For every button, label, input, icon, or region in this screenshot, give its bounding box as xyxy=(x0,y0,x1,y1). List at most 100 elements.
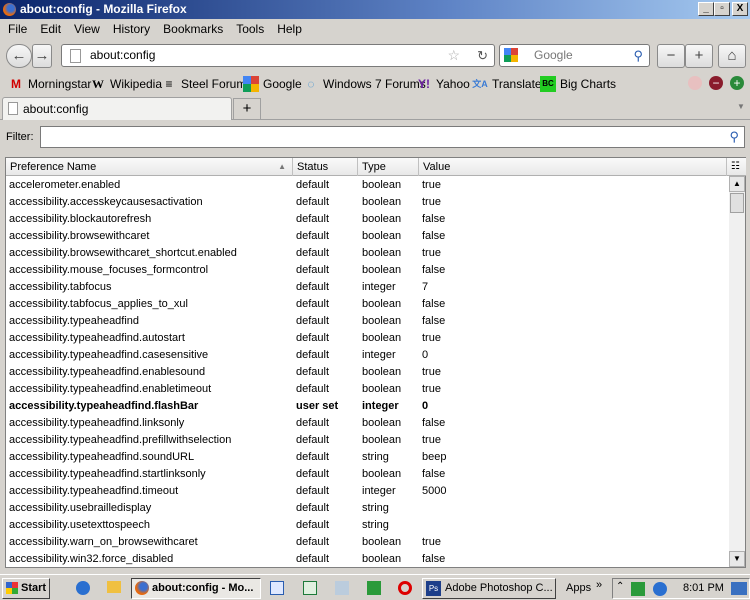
taskbar-photoshop[interactable]: Ps Adobe Photoshop C... xyxy=(422,578,556,599)
table-row[interactable]: accelerometer.enabled default boolean true xyxy=(6,177,728,194)
bookmark-big-charts[interactable]: BC Big Charts xyxy=(540,72,616,96)
menu-edit[interactable]: Edit xyxy=(35,19,66,39)
addon-icon[interactable] xyxy=(688,76,702,90)
table-row[interactable]: accessibility.tabfocus_applies_to_xul def… xyxy=(6,296,728,313)
bookmark-translate[interactable]: 文A Translate xyxy=(472,72,541,96)
table-row[interactable]: accessibility.win32.force_disabled defaul… xyxy=(6,551,728,568)
pref-type: boolean xyxy=(362,536,402,548)
start-button[interactable]: Start xyxy=(2,578,50,599)
pref-name: accessibility.typeaheadfind.enablesound xyxy=(9,366,206,378)
table-row[interactable]: accessibility.browsewithcaret default bool… xyxy=(6,228,728,245)
forward-button[interactable]: → xyxy=(32,44,52,68)
tab-list-icon[interactable]: ▼ xyxy=(737,102,745,111)
new-tab-button[interactable]: + xyxy=(233,98,261,120)
word-icon[interactable] xyxy=(270,581,284,595)
menu-tools[interactable]: Tools xyxy=(231,19,269,39)
arrow-app-icon[interactable] xyxy=(367,581,381,595)
bookmark-morningstar[interactable]: M Morningstar xyxy=(8,72,91,96)
column-type[interactable]: Type xyxy=(358,158,419,176)
table-row[interactable]: accessibility.typeaheadfind.autostart def… xyxy=(6,330,728,347)
column-value[interactable]: Value xyxy=(419,158,727,176)
network-icon[interactable] xyxy=(335,581,349,595)
bookmark-star-icon[interactable]: ☆ xyxy=(447,45,460,66)
search-box[interactable]: Google ⚲ xyxy=(499,44,650,67)
ie-icon[interactable] xyxy=(76,581,90,595)
bookmark-wikipedia[interactable]: W Wikipedia xyxy=(90,72,162,96)
pref-type: boolean xyxy=(362,468,402,480)
tray-app-icon[interactable] xyxy=(631,582,645,596)
table-row[interactable]: accessibility.typeaheadfind.casesensitiv… xyxy=(6,347,728,364)
folder-icon[interactable] xyxy=(107,581,121,593)
column-status[interactable]: Status xyxy=(293,158,358,176)
table-row[interactable]: accessibility.typeaheadfind.startlinkson… xyxy=(6,466,728,483)
bookmark-windows7-forums[interactable]: ◌ Windows 7 Forums xyxy=(303,72,425,96)
zoom-out-button[interactable]: − xyxy=(657,44,685,68)
menu-help[interactable]: Help xyxy=(272,19,307,39)
url-bar[interactable]: about:config ☆ ↻ xyxy=(61,44,495,67)
table-row[interactable]: accessibility.typeaheadfind.flashBar user… xyxy=(6,398,728,415)
tray-network-icon[interactable] xyxy=(653,582,667,596)
home-button[interactable]: ⌂ xyxy=(718,44,746,68)
pref-type: string xyxy=(362,502,389,514)
filter-input[interactable]: ⚲ xyxy=(40,126,745,148)
zoom-minus-icon[interactable]: − xyxy=(709,76,723,90)
pref-type: boolean xyxy=(362,247,402,259)
table-row[interactable]: accessibility.warn_on_browsewithcaret def… xyxy=(6,534,728,551)
table-row[interactable]: accessibility.usebrailledisplay default st… xyxy=(6,500,728,517)
pref-status: default xyxy=(296,196,330,208)
table-row[interactable]: accessibility.accesskeycausesactivation d… xyxy=(6,194,728,211)
table-row[interactable]: accessibility.typeaheadfind default boolea… xyxy=(6,313,728,330)
table-row[interactable]: accessibility.tabfocus default integer 7 xyxy=(6,279,728,296)
table-row[interactable]: accessibility.typeaheadfind.enabletimeou… xyxy=(6,381,728,398)
pref-type: boolean xyxy=(362,264,402,276)
scrollbar-thumb[interactable] xyxy=(730,193,744,213)
pref-name: accessibility.browsewithcaret_shortcut.e… xyxy=(9,247,237,259)
close-button[interactable]: X xyxy=(732,2,748,16)
scroll-up-icon[interactable]: ▲ xyxy=(729,176,745,192)
tray-expand-icon[interactable]: ⌃ xyxy=(616,581,624,592)
apps-toolbar[interactable]: Apps xyxy=(566,582,591,594)
table-row[interactable]: accessibility.typeaheadfind.enablesound d… xyxy=(6,364,728,381)
pref-type: boolean xyxy=(362,332,402,344)
vertical-scrollbar[interactable]: ▲ ▼ xyxy=(729,176,745,567)
column-preference-name[interactable]: Preference Name ▲ xyxy=(6,158,293,176)
morningstar-icon: M xyxy=(11,77,21,91)
apps-chevron[interactable]: » xyxy=(596,579,602,591)
bookmark-yahoo[interactable]: Y! Yahoo xyxy=(416,72,470,96)
windows7-icon: ◌ xyxy=(307,77,315,91)
table-row[interactable]: accessibility.typeaheadfind.soundURL defa… xyxy=(6,449,728,466)
excel-icon[interactable] xyxy=(303,581,317,595)
menu-bookmarks[interactable]: Bookmarks xyxy=(158,19,228,39)
zoom-plus-icon[interactable]: + xyxy=(730,76,744,90)
maximize-button[interactable]: ▫ xyxy=(714,2,730,16)
taskbar-firefox[interactable]: about:config - Mo... xyxy=(131,578,261,599)
tab-about-config[interactable]: about:config xyxy=(2,97,232,120)
reload-icon[interactable]: ↻ xyxy=(477,45,488,66)
table-row[interactable]: accessibility.typeaheadfind.timeout defau… xyxy=(6,483,728,500)
table-row[interactable]: accessibility.browsewithcaret_shortcut.e… xyxy=(6,245,728,262)
menu-file[interactable]: File xyxy=(3,19,32,39)
table-row[interactable]: accessibility.typeaheadfind.prefillwiths… xyxy=(6,432,728,449)
menu-view[interactable]: View xyxy=(69,19,105,39)
scroll-down-icon[interactable]: ▼ xyxy=(729,551,745,567)
pref-type: boolean xyxy=(362,383,402,395)
table-row[interactable]: accessibility.mouse_focuses_formcontrol d… xyxy=(6,262,728,279)
show-desktop-icon[interactable] xyxy=(731,582,747,595)
bookmark-google[interactable]: Google xyxy=(243,72,302,96)
column-picker-icon[interactable]: ☷ xyxy=(727,158,746,176)
back-button[interactable]: ← xyxy=(6,44,32,68)
clock[interactable]: 8:01 PM xyxy=(683,582,724,594)
pref-type: string xyxy=(362,519,389,531)
zoom-in-button[interactable]: + xyxy=(685,44,713,68)
search-icon[interactable]: ⚲ xyxy=(633,45,643,66)
table-row[interactable]: accessibility.usetexttospeech default stri… xyxy=(6,517,728,534)
minimize-button[interactable]: _ xyxy=(698,2,714,16)
table-row[interactable]: accessibility.typeaheadfind.linksonly def… xyxy=(6,415,728,432)
menu-history[interactable]: History xyxy=(108,19,155,39)
stop-icon[interactable] xyxy=(398,581,412,595)
pref-status: default xyxy=(296,281,330,293)
pref-name: accessibility.typeaheadfind.flashBar xyxy=(9,400,199,412)
back-arrow-icon: ← xyxy=(11,47,27,64)
table-row[interactable]: accessibility.blockautorefresh default boo… xyxy=(6,211,728,228)
bookmark-steel-forum[interactable]: ≡ Steel Forum xyxy=(161,72,246,96)
